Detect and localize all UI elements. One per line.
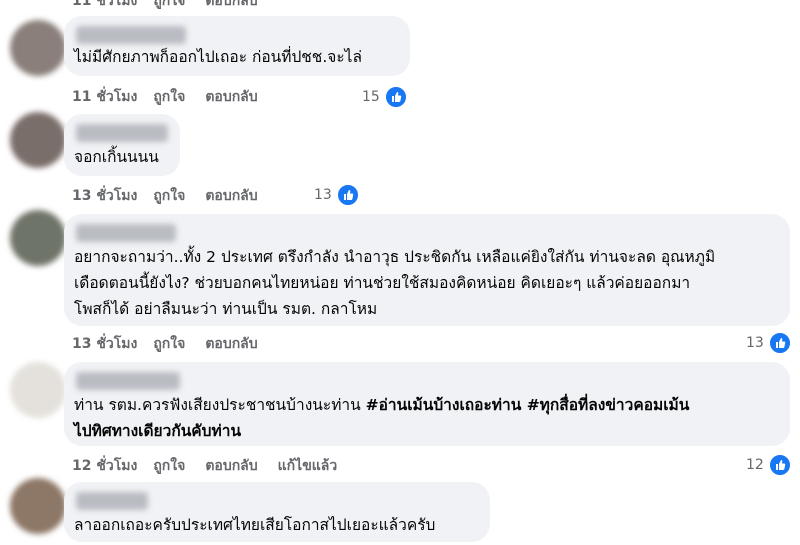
commenter-name[interactable] bbox=[76, 124, 168, 142]
like-link[interactable]: ถูกใจ bbox=[153, 0, 185, 12]
commenter-name[interactable] bbox=[76, 224, 176, 242]
like-link[interactable]: ถูกใจ bbox=[153, 333, 185, 355]
comment-text: ไม่มีศักยภาพก็ออกไปเถอะ ก่อนที่ปชช.จะไล่ bbox=[74, 48, 362, 66]
reply-link[interactable]: ตอบกลับ bbox=[205, 0, 257, 12]
avatar[interactable] bbox=[10, 112, 66, 168]
avatar[interactable] bbox=[10, 20, 66, 76]
comment-meta: 11 ชั่วโมง ถูกใจ ตอบกลับ bbox=[72, 0, 278, 12]
comment-bubble: ไม่มีศักยภาพก็ออกไปเถอะ ก่อนที่ปชช.จะไล่ bbox=[64, 16, 410, 76]
avatar[interactable] bbox=[10, 210, 66, 266]
reply-link[interactable]: ตอบกลับ bbox=[205, 333, 257, 355]
comment-meta: 12 ชั่วโมง ถูกใจ ตอบกลับ แก้ไขแล้ว bbox=[72, 455, 357, 477]
comment-text: ท่าน รตม.ควรฟังเสียงประชาชนบ้างนะท่าน #อ… bbox=[74, 396, 690, 440]
comment-bubble: ท่าน รตม.ควรฟังเสียงประชาชนบ้างนะท่าน #อ… bbox=[64, 362, 790, 446]
comment-time[interactable]: 13 ชั่วโมง bbox=[72, 185, 137, 207]
comment-text: จอกเกิ้นนนน bbox=[74, 148, 159, 166]
edited-label: แก้ไขแล้ว bbox=[277, 458, 338, 474]
comment-text: ลาออกเถอะครับประเทศไทยเสียโอกาสไปเยอะแล้… bbox=[74, 516, 436, 534]
reply-link[interactable]: ตอบกลับ bbox=[205, 455, 257, 477]
reaction-count[interactable]: 12 bbox=[746, 453, 792, 477]
comment-meta: 13 ชั่วโมง ถูกใจ ตอบกลับ bbox=[72, 185, 278, 207]
like-link[interactable]: ถูกใจ bbox=[153, 455, 185, 477]
avatar[interactable] bbox=[10, 478, 66, 534]
reaction-count[interactable]: 13 bbox=[746, 331, 792, 355]
comment-bubble: จอกเกิ้นนนน bbox=[64, 114, 180, 176]
comment-time[interactable]: 13 ชั่วโมง bbox=[72, 333, 137, 355]
comment-time[interactable]: 12 ชั่วโมง bbox=[72, 455, 137, 477]
commenter-name[interactable] bbox=[76, 492, 148, 510]
comment-bubble: ลาออกเถอะครับประเทศไทยเสียโอกาสไปเยอะแล้… bbox=[64, 482, 490, 542]
avatar[interactable] bbox=[10, 362, 66, 418]
comment-bubble: อยากจะถามว่า..ทั้ง 2 ประเทศ ตรึงกำลัง นำ… bbox=[64, 214, 790, 326]
like-link[interactable]: ถูกใจ bbox=[153, 185, 185, 207]
reaction-count[interactable]: 13 bbox=[314, 183, 360, 207]
reply-link[interactable]: ตอบกลับ bbox=[205, 185, 257, 207]
comment-meta: 11 ชั่วโมง ถูกใจ ตอบกลับ bbox=[72, 86, 278, 108]
thumbs-up-icon bbox=[335, 183, 360, 207]
reply-link[interactable]: ตอบกลับ bbox=[205, 86, 257, 108]
comment-meta: 13 ชั่วโมง ถูกใจ ตอบกลับ bbox=[72, 333, 278, 355]
commenter-name[interactable] bbox=[76, 372, 180, 390]
reaction-count[interactable]: 15 bbox=[362, 85, 408, 109]
comment-text: อยากจะถามว่า..ทั้ง 2 ประเทศ ตรึงกำลัง นำ… bbox=[74, 248, 716, 318]
like-link[interactable]: ถูกใจ bbox=[153, 86, 185, 108]
thumbs-up-icon bbox=[383, 85, 408, 109]
thumbs-up-icon bbox=[767, 453, 792, 477]
thumbs-up-icon bbox=[767, 331, 792, 355]
previous-comment-meta: 11 ชั่วโมง ถูกใจ ตอบกลับ bbox=[0, 0, 800, 14]
commenter-name[interactable] bbox=[76, 26, 186, 44]
comment-time[interactable]: 11 ชั่วโมง bbox=[72, 86, 137, 108]
